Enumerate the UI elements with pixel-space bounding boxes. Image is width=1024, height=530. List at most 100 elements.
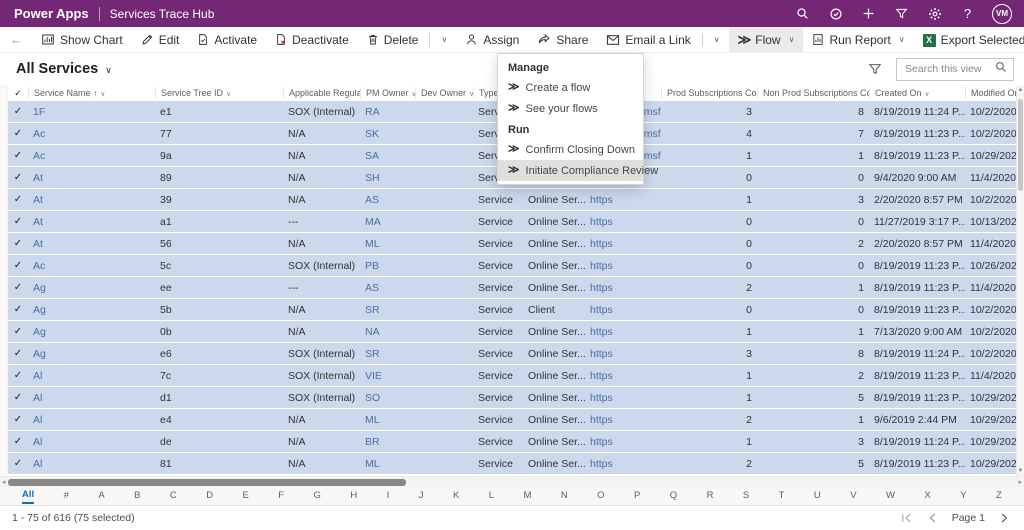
gear-icon[interactable] (918, 0, 951, 27)
powerapps-logo[interactable]: Power Apps (0, 6, 99, 21)
cell-url[interactable]: https (585, 458, 630, 470)
alpha-filter-i[interactable]: I (387, 489, 390, 503)
row-checkbox[interactable]: ✓ (8, 436, 28, 447)
row-checkbox[interactable]: ✓ (8, 458, 28, 469)
row-checkbox[interactable]: ✓ (8, 172, 28, 183)
cell-pm[interactable]: PB (360, 260, 415, 272)
cell-url[interactable]: https (585, 436, 630, 448)
cell-pm[interactable]: ML (360, 458, 415, 470)
table-row[interactable]: ✓ At 39 N/A AS Service Online Ser... https 1 3 2/2… (8, 189, 1016, 211)
avatar[interactable]: VM (992, 3, 1012, 24)
table-row[interactable]: ✓ Al de N/A BR Service Online Ser... https 1 3 8/1… (8, 431, 1016, 453)
delete-button[interactable]: Delete (358, 27, 428, 52)
cell-pm[interactable]: SK (360, 128, 415, 140)
alpha-filter-p[interactable]: P (634, 489, 640, 503)
row-checkbox[interactable]: ✓ (8, 348, 28, 359)
view-search-box[interactable] (896, 57, 1014, 81)
alpha-filter-v[interactable]: V (850, 489, 856, 503)
cell-name[interactable]: Al (28, 392, 155, 404)
deactivate-button[interactable]: Deactivate (266, 27, 358, 52)
alpha-filter-o[interactable]: O (597, 489, 604, 503)
row-checkbox[interactable]: ✓ (8, 260, 28, 271)
row-checkbox[interactable]: ✓ (8, 150, 28, 161)
column-header-prod[interactable]: Prod Subscriptions Count∨ (661, 87, 757, 99)
search-icon[interactable] (995, 60, 1007, 78)
cell-name[interactable]: Al (28, 370, 155, 382)
cell-url[interactable]: https (585, 326, 630, 338)
scroll-down-icon[interactable]: ▼ (1017, 467, 1024, 475)
cell-pm[interactable]: MA (360, 216, 415, 228)
share-button[interactable]: Share (528, 27, 597, 52)
edit-button[interactable]: Edit (132, 27, 189, 52)
alpha-filter-f[interactable]: F (278, 489, 284, 503)
circle-check-icon[interactable] (819, 0, 852, 27)
row-checkbox[interactable]: ✓ (8, 194, 28, 205)
cell-name[interactable]: Ag (28, 326, 155, 338)
alpha-filter-j[interactable]: J (419, 489, 424, 503)
row-checkbox[interactable]: ✓ (8, 238, 28, 249)
cell-pm[interactable]: NA (360, 326, 415, 338)
scroll-up-icon[interactable]: ▲ (1017, 86, 1024, 94)
previous-page-icon[interactable] (927, 513, 937, 523)
menu-item-confirm-closing-down[interactable]: ≫ Confirm Closing Down (498, 139, 643, 160)
search-icon[interactable] (786, 0, 819, 27)
alpha-filter-l[interactable]: L (489, 489, 494, 503)
alpha-filter-h[interactable]: H (350, 489, 357, 503)
alpha-filter-t[interactable]: T (779, 489, 785, 503)
row-checkbox[interactable]: ✓ (8, 106, 28, 117)
cell-name[interactable]: Ag (28, 282, 155, 294)
cell-name[interactable]: Ac (28, 260, 155, 272)
cell-pm[interactable]: SR (360, 304, 415, 316)
overflow-chevron-button[interactable]: ∨ (432, 27, 456, 52)
alpha-filter-n[interactable]: N (561, 489, 568, 503)
activate-button[interactable]: Activate (188, 27, 266, 52)
cell-pm[interactable]: SO (360, 392, 415, 404)
table-row[interactable]: ✓ Al e4 N/A ML Service Online Ser... https 2 1 9/6… (8, 409, 1016, 431)
cell-name[interactable]: At (28, 194, 155, 206)
table-row[interactable]: ✓ Al d1 SOX (Internal) SO Service Online Ser..… (8, 387, 1016, 409)
cell-name[interactable]: Al (28, 436, 155, 448)
row-checkbox[interactable]: ✓ (8, 304, 28, 315)
cell-url[interactable]: https (585, 392, 630, 404)
column-header-name[interactable]: Service Name ↑ ∨ (28, 87, 155, 99)
alpha-filter-e[interactable]: E (243, 489, 249, 503)
plus-icon[interactable] (852, 0, 885, 27)
table-row[interactable]: ✓ Al 81 N/A ML Service Online Ser... https 2 5 8/1… (8, 453, 1016, 475)
menu-item-see-your-flows[interactable]: ≫ See your flows (498, 98, 643, 119)
cell-url[interactable]: https (585, 304, 630, 316)
cell-pm[interactable]: ML (360, 238, 415, 250)
row-checkbox[interactable]: ✓ (8, 370, 28, 381)
row-checkbox[interactable]: ✓ (8, 414, 28, 425)
alpha-filter-all[interactable]: All (22, 488, 35, 504)
alpha-filter-m[interactable]: M (523, 489, 531, 503)
cell-pm[interactable]: SR (360, 348, 415, 360)
row-checkbox[interactable]: ✓ (8, 392, 28, 403)
cell-pm[interactable]: ML (360, 414, 415, 426)
alpha-filter-r[interactable]: R (707, 489, 714, 503)
row-checkbox[interactable]: ✓ (8, 128, 28, 139)
row-checkbox[interactable]: ✓ (8, 282, 28, 293)
alpha-filter-s[interactable]: S (743, 489, 749, 503)
cell-pm[interactable]: SA (360, 150, 415, 162)
row-checkbox[interactable]: ✓ (8, 326, 28, 337)
cell-name[interactable]: 1F (28, 106, 155, 118)
alpha-filter-x[interactable]: X (924, 489, 930, 503)
horizontal-scroll-thumb[interactable] (8, 479, 406, 486)
vertical-scroll-thumb[interactable] (1018, 99, 1023, 191)
table-row[interactable]: ✓ Ag 0b N/A NA Service Online Ser... https 1 1 7/1… (8, 321, 1016, 343)
alpha-filter-g[interactable]: G (314, 489, 321, 503)
cell-url[interactable]: https (585, 370, 630, 382)
alpha-filter-q[interactable]: Q (670, 489, 677, 503)
cell-url[interactable]: https (585, 216, 630, 228)
cell-pm[interactable]: SH (360, 172, 415, 184)
alpha-filter-k[interactable]: K (453, 489, 459, 503)
cell-name[interactable]: At (28, 238, 155, 250)
help-icon[interactable]: ? (951, 0, 984, 27)
table-row[interactable]: ✓ Ag ee --- AS Service Online Ser... https 2 1 8/1… (8, 277, 1016, 299)
table-row[interactable]: ✓ Al 7c SOX (Internal) VIE Service Online Ser.… (8, 365, 1016, 387)
view-selector[interactable]: All Services ∨ (0, 61, 112, 77)
export-selected-records-button[interactable]: X Export Selected Records (914, 27, 1024, 52)
cell-pm[interactable]: VIE (360, 370, 415, 382)
table-row[interactable]: ✓ At 56 N/A ML Service Online Ser... https 0 2 2/2… (8, 233, 1016, 255)
column-header-reg[interactable]: Applicable Regulatio...∨ (283, 87, 360, 99)
